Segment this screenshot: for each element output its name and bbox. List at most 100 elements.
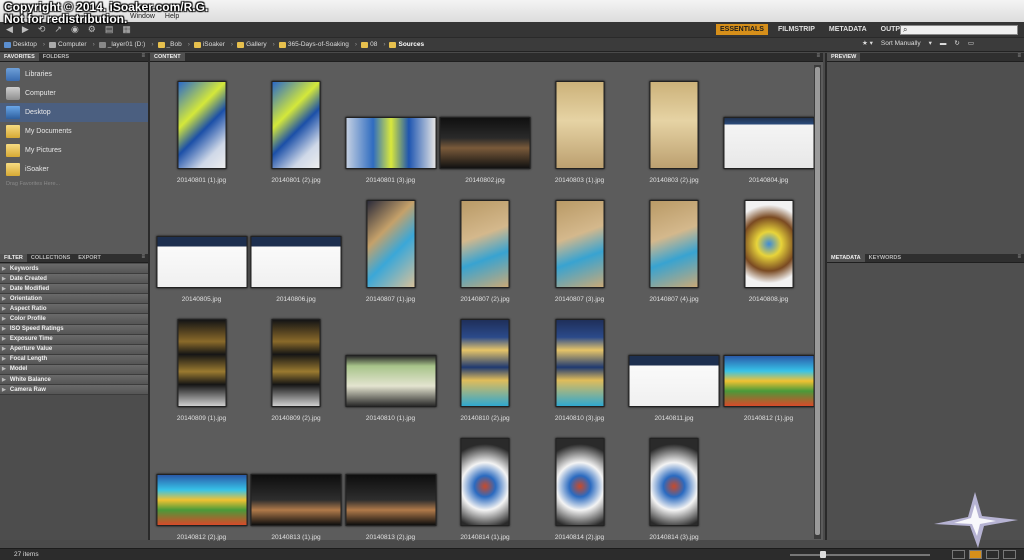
thumbnail-size-slider[interactable] xyxy=(790,551,930,558)
thumbnail-item[interactable]: 20140804.jpg xyxy=(721,65,816,184)
favorite-item[interactable]: My Documents xyxy=(0,122,148,141)
crumb-computer[interactable]: Computer › xyxy=(49,41,95,48)
thumbnail-image[interactable] xyxy=(271,319,321,407)
thumbnail-image[interactable] xyxy=(177,81,226,169)
thumbnail-item[interactable]: 20140814 (3).jpg xyxy=(627,422,722,541)
star-filter-icon[interactable]: ★ ▾ xyxy=(862,39,873,47)
disclosure-triangle-icon[interactable]: ▶ xyxy=(2,366,6,372)
thumbnail-item[interactable]: 20140801 (1).jpg xyxy=(154,65,249,184)
tab-favorites[interactable]: FAVORITES xyxy=(0,53,39,61)
disclosure-triangle-icon[interactable]: ▶ xyxy=(2,377,6,383)
favorite-item[interactable]: Desktop xyxy=(0,103,148,122)
tab-filter[interactable]: FILTER xyxy=(0,254,27,262)
sort-chevron-icon[interactable]: ▾ xyxy=(929,39,932,47)
thumbnail-image[interactable] xyxy=(649,81,699,169)
thumbnail-image[interactable] xyxy=(156,474,247,526)
thumbnail-image[interactable] xyxy=(366,200,415,288)
thumbnail-image[interactable] xyxy=(555,200,604,288)
thumbnail-image[interactable] xyxy=(723,117,814,169)
disclosure-triangle-icon[interactable]: ▶ xyxy=(2,326,6,332)
thumbnail-item[interactable]: 20140807 (4).jpg xyxy=(627,184,722,303)
sort-dropdown[interactable]: Sort Manually xyxy=(881,40,921,47)
disclosure-triangle-icon[interactable]: ▶ xyxy=(2,356,6,362)
delete-icon[interactable]: ▭ xyxy=(968,39,974,47)
tab-preview[interactable]: PREVIEW xyxy=(827,53,861,61)
thumbnail-item[interactable]: 20140809 (2).jpg xyxy=(249,303,344,422)
view-grid-button[interactable] xyxy=(952,550,965,559)
filter-category[interactable]: ▶ Color Profile xyxy=(0,314,148,325)
thumbnail-image[interactable] xyxy=(345,355,436,407)
thumbnail-item[interactable]: 20140814 (1).jpg xyxy=(438,422,533,541)
disclosure-triangle-icon[interactable]: ▶ xyxy=(2,346,6,352)
filter-category[interactable]: ▶ Date Modified xyxy=(0,284,148,295)
favorite-item[interactable]: My Pictures xyxy=(0,141,148,160)
crumb-drive[interactable]: _layer01 (D:) › xyxy=(98,41,154,48)
disclosure-triangle-icon[interactable]: ▶ xyxy=(2,296,6,302)
workspace-essentials[interactable]: ESSENTIALS xyxy=(716,24,768,35)
thumbnail-item[interactable]: 20140803 (2).jpg xyxy=(627,65,722,184)
favorite-item[interactable]: Libraries xyxy=(0,65,148,84)
thumbnail-item[interactable]: 20140813 (1).jpg xyxy=(249,422,344,541)
thumbnail-image[interactable] xyxy=(649,200,699,288)
panel-menu-icon[interactable]: ≡ xyxy=(141,53,145,59)
tab-folders[interactable]: FOLDERS xyxy=(39,53,73,61)
tab-export[interactable]: EXPORT xyxy=(74,254,105,262)
filter-category[interactable]: ▶ Model xyxy=(0,364,148,376)
filter-category[interactable]: ▶ Orientation xyxy=(0,294,148,305)
thumbnail-item[interactable]: 20140803 (1).jpg xyxy=(532,65,627,184)
thumbnail-image[interactable] xyxy=(744,200,793,288)
thumbnail-image[interactable] xyxy=(555,81,604,169)
filter-category[interactable]: ▶ Keywords xyxy=(0,264,148,275)
disclosure-triangle-icon[interactable]: ▶ xyxy=(2,336,6,342)
thumbnail-image[interactable] xyxy=(460,438,510,526)
disclosure-triangle-icon[interactable]: ▶ xyxy=(2,266,6,272)
thumbnail-image[interactable] xyxy=(177,319,226,407)
panel-menu-icon[interactable]: ≡ xyxy=(816,53,820,59)
crumb-isoaker[interactable]: iSoaker › xyxy=(193,41,233,48)
rotate-icon[interactable]: ↻ xyxy=(954,39,959,47)
filter-category[interactable]: ▶ Exposure Time xyxy=(0,334,148,345)
tab-collections[interactable]: COLLECTIONS xyxy=(27,254,74,262)
disclosure-triangle-icon[interactable]: ▶ xyxy=(2,286,6,292)
crumb-sources[interactable]: Sources xyxy=(389,41,424,48)
thumbnail-item[interactable]: 20140807 (1).jpg xyxy=(343,184,438,303)
panel-menu-icon[interactable]: ≡ xyxy=(141,254,145,260)
crumb-365-days[interactable]: 365-Days-of-Soaking › xyxy=(278,41,357,48)
disclosure-triangle-icon[interactable]: ▶ xyxy=(2,316,6,322)
thumbnail-item[interactable]: 20140812 (1).jpg xyxy=(721,303,816,422)
filter-category[interactable]: ▶ Aspect Ratio xyxy=(0,304,148,315)
thumbnail-image[interactable] xyxy=(250,474,342,526)
thumbnail-image[interactable] xyxy=(250,236,342,288)
thumbnail-image[interactable] xyxy=(271,81,321,169)
thumbnail-item[interactable]: 20140805.jpg xyxy=(154,184,249,303)
thumbnail-item[interactable]: 20140810 (2).jpg xyxy=(438,303,533,422)
thumbnail-item[interactable]: 20140801 (3).jpg xyxy=(343,65,438,184)
view-list-button[interactable] xyxy=(1003,550,1016,559)
crumb-desktop[interactable]: Desktop › xyxy=(4,41,45,48)
thumbnail-image[interactable] xyxy=(649,438,699,526)
search-input[interactable]: ⌕ xyxy=(900,25,1018,35)
disclosure-triangle-icon[interactable]: ▶ xyxy=(2,306,6,312)
thumbnail-image[interactable] xyxy=(555,319,604,407)
thumbnail-image[interactable] xyxy=(460,319,510,407)
thumbnail-image[interactable] xyxy=(439,117,531,169)
thumbnail-image[interactable] xyxy=(628,355,720,407)
crumb-bob[interactable]: _Bob › xyxy=(157,41,190,48)
thumbnail-item[interactable]: 20140807 (2).jpg xyxy=(438,184,533,303)
thumbnail-image[interactable] xyxy=(460,200,510,288)
thumbnail-item[interactable]: 20140810 (3).jpg xyxy=(532,303,627,422)
filter-category[interactable]: ▶ Date Created xyxy=(0,274,148,285)
thumbnail-image[interactable] xyxy=(723,355,814,407)
thumbnail-image[interactable] xyxy=(345,474,436,526)
content-scrollbar[interactable] xyxy=(814,65,821,539)
filter-category[interactable]: ▶ Aperture Value xyxy=(0,344,148,355)
crumb-08[interactable]: 08 › xyxy=(361,41,385,48)
favorite-item[interactable]: Computer xyxy=(0,84,148,103)
filter-category[interactable]: ▶ White Balance xyxy=(0,375,148,386)
tab-keywords[interactable]: KEYWORDS xyxy=(865,254,905,262)
thumbnail-image[interactable] xyxy=(555,438,604,526)
slider-knob[interactable] xyxy=(820,551,826,558)
thumbnail-item[interactable]: 20140814 (2).jpg xyxy=(532,422,627,541)
thumbnail-item[interactable]: 20140810 (1).jpg xyxy=(343,303,438,422)
filter-category[interactable]: ▶ ISO Speed Ratings xyxy=(0,324,148,335)
